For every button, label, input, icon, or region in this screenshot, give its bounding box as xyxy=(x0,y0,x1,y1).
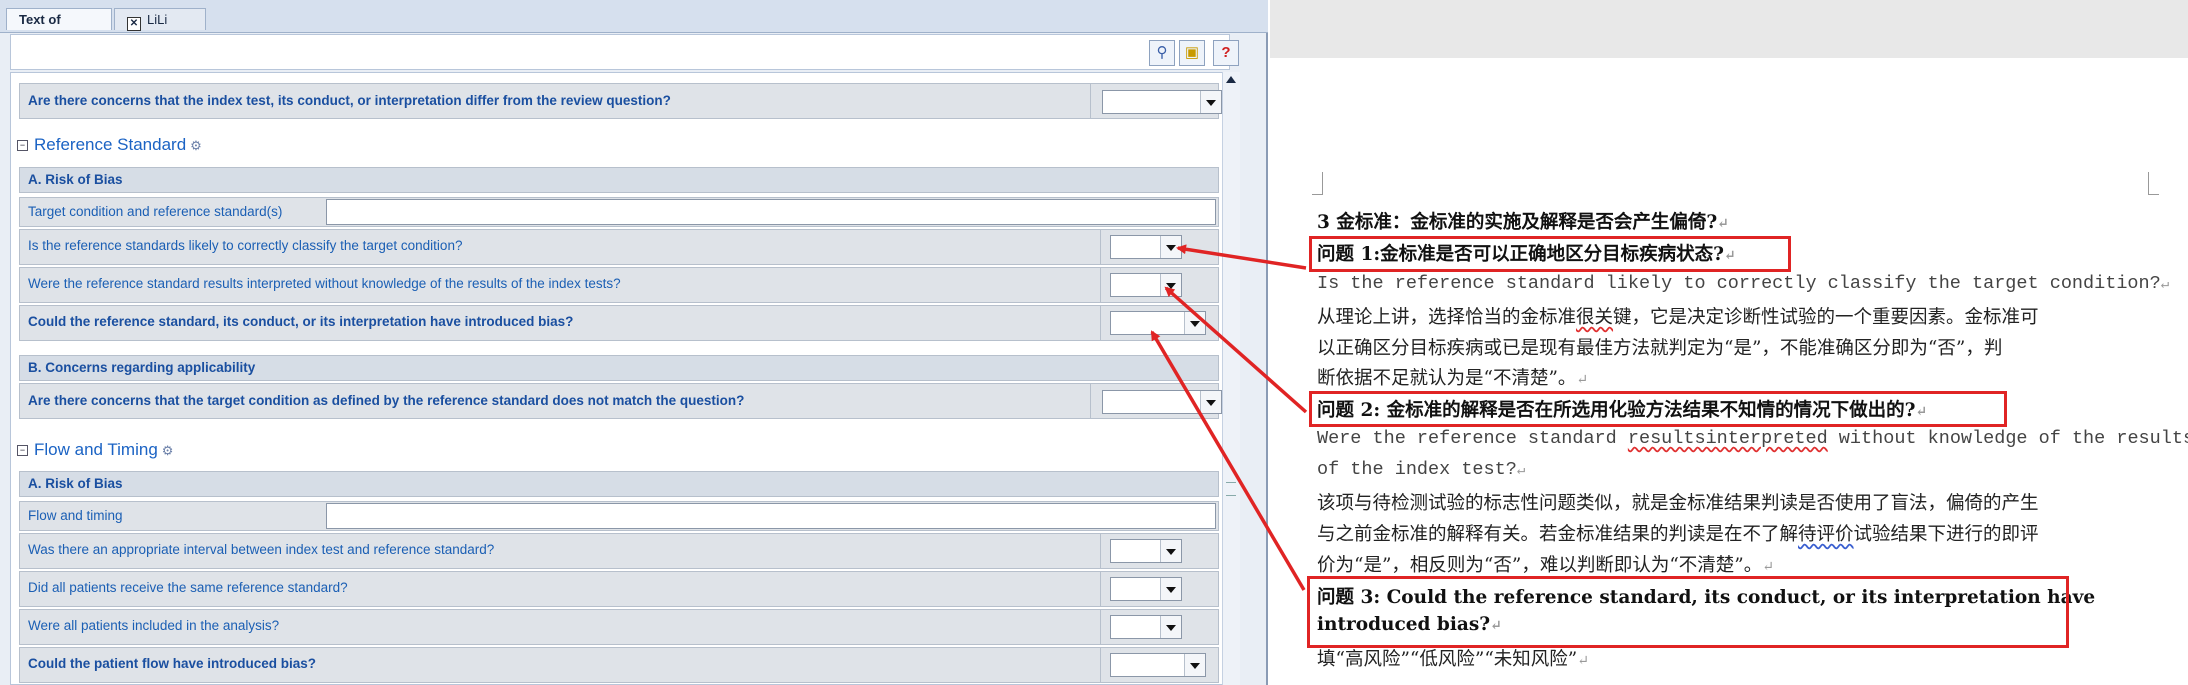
chevron-down-icon xyxy=(1160,274,1181,296)
question-label: Were the reference standard results inte… xyxy=(28,276,621,291)
answer-select[interactable] xyxy=(1110,653,1206,677)
tab-lili-2003[interactable]: ✕LiLi 2003 xyxy=(114,8,206,49)
question-label: Could the reference standard, its conduc… xyxy=(28,314,574,329)
doc-q3-fill: 填“高风险”“低风险”“未知风险”↵ xyxy=(1317,649,1589,670)
rs-q3-row: Could the reference standard, its conduc… xyxy=(19,305,1219,341)
question-label: Could the patient flow have introduced b… xyxy=(28,656,317,671)
doc-heading: 3 金标准：金标准的实施及解释是否会产生偏倚?↵ xyxy=(1317,212,1729,233)
doc-q1-english: Is the reference standard likely to corr… xyxy=(1317,273,2170,294)
ft-q1-row: Was there an appropriate interval betwee… xyxy=(19,533,1219,569)
doc-q2-english-line2: of the index test?↵ xyxy=(1317,459,1526,480)
ft-q4-row: Could the patient flow have introduced b… xyxy=(19,647,1219,683)
review-app-panel: Text of Review ✕LiLi 2003 ⚲ ▣ ? Are ther… xyxy=(0,0,1268,685)
answer-select[interactable] xyxy=(1110,577,1182,601)
link-icon[interactable]: ⚙ xyxy=(162,443,174,458)
answer-select[interactable] xyxy=(1102,390,1222,414)
flow-timing-section-title[interactable]: − Flow and Timing ⚙ xyxy=(17,440,173,460)
ft-q2-row: Did all patients receive the same refere… xyxy=(19,571,1219,607)
section-title-text: Reference Standard xyxy=(34,135,187,154)
chevron-down-icon xyxy=(1184,654,1205,676)
highlight-box-q1 xyxy=(1309,236,1791,272)
ft-q3-row: Were all patients included in the analys… xyxy=(19,609,1219,645)
margin-corner-left xyxy=(1312,172,1323,195)
question-label: Are there concerns that the index test, … xyxy=(28,93,671,108)
doc-p2-line3: 价为“是”，相反则为“否”，难以判断即认为“不清楚”。↵ xyxy=(1317,555,1774,576)
answer-select[interactable] xyxy=(1110,235,1182,259)
chevron-down-icon xyxy=(1160,540,1181,562)
link-icon[interactable]: ⚲ xyxy=(1149,40,1175,66)
question-label: Did all patients receive the same refere… xyxy=(28,580,348,595)
help-icon[interactable]: ? xyxy=(1213,40,1239,66)
doc-p2-line2: 与之前金标准的解释有关。若金标准结果的判读是在不了解待评价试验结果下进行的即评 xyxy=(1317,524,2039,545)
reference-standard-section-title[interactable]: − Reference Standard ⚙ xyxy=(17,135,202,155)
margin-corner-right xyxy=(2148,172,2159,195)
scroll-up-icon[interactable] xyxy=(1226,76,1236,83)
doc-p1-line2: 以正确区分目标疾病或已是现有最佳方法就判定为“是”，不能准确区分即为“否”，判 xyxy=(1317,338,2003,359)
link-icon[interactable]: ⚙ xyxy=(190,138,202,153)
index-test-concerns-row: Are there concerns that the index test, … xyxy=(19,83,1222,119)
field-label: Flow and timing xyxy=(28,508,123,523)
answer-select[interactable] xyxy=(1110,539,1182,563)
question-label: Was there an appropriate interval betwee… xyxy=(28,542,495,557)
note-icon[interactable]: ▣ xyxy=(1179,40,1205,66)
chevron-down-icon xyxy=(1160,236,1181,258)
chevron-down-icon xyxy=(1160,578,1181,600)
chevron-down-icon xyxy=(1160,616,1181,638)
question-label: Is the reference standards likely to cor… xyxy=(28,238,463,253)
risk-of-bias-header: A. Risk of Bias xyxy=(19,471,1219,497)
tab-bar: Text of Review ✕LiLi 2003 xyxy=(0,0,1268,49)
toolbar: ⚲ ▣ ? xyxy=(10,34,1239,70)
collapse-icon[interactable]: − xyxy=(17,140,28,151)
scroll-thumb[interactable] xyxy=(1226,482,1236,496)
question-label: Are there concerns that the target condi… xyxy=(28,393,745,408)
answer-select[interactable] xyxy=(1110,273,1182,297)
vertical-scrollbar[interactable] xyxy=(1222,72,1240,685)
question-label: Were all patients included in the analys… xyxy=(28,618,280,633)
form-content: Are there concerns that the index test, … xyxy=(10,72,1230,685)
flow-timing-row: Flow and timing xyxy=(19,501,1219,531)
answer-select[interactable] xyxy=(1102,90,1222,114)
answer-select[interactable] xyxy=(1110,311,1206,335)
document-ruler-area xyxy=(1270,0,2188,59)
target-condition-field[interactable] xyxy=(326,199,1216,225)
chevron-down-icon xyxy=(1200,391,1221,413)
risk-of-bias-header: A. Risk of Bias xyxy=(19,167,1219,193)
highlight-box-q3 xyxy=(1307,576,2069,648)
field-label: Target condition and reference standard(… xyxy=(28,204,283,219)
target-condition-row: Target condition and reference standard(… xyxy=(19,197,1219,227)
concerns-applicability-header: B. Concerns regarding applicability xyxy=(19,355,1219,381)
chevron-down-icon xyxy=(1200,91,1221,113)
doc-p1-line3: 断依据不足就认为是“不清楚”。↵ xyxy=(1317,368,1589,389)
highlight-box-q2 xyxy=(1309,391,2007,427)
tab-text-of-review[interactable]: Text of Review xyxy=(6,8,112,49)
close-icon[interactable]: ✕ xyxy=(127,17,141,31)
rs-concerns-row: Are there concerns that the target condi… xyxy=(19,383,1222,419)
collapse-icon[interactable]: − xyxy=(17,445,28,456)
doc-p1-line1: 从理论上讲，选择恰当的金标准很关键，它是决定诊断性试验的一个重要因素。金标准可 xyxy=(1317,307,2039,328)
section-title-text: Flow and Timing xyxy=(34,440,158,459)
rs-q2-row: Were the reference standard results inte… xyxy=(19,267,1219,303)
answer-select[interactable] xyxy=(1110,615,1182,639)
doc-p2-line1: 该项与待检测试验的标志性问题类似，就是金标准结果判读是否使用了盲法，偏倚的产生 xyxy=(1317,493,2039,514)
rs-q1-row: Is the reference standards likely to cor… xyxy=(19,229,1219,265)
chevron-down-icon xyxy=(1184,312,1205,334)
flow-timing-field[interactable] xyxy=(326,503,1216,529)
doc-q2-english-line1: Were the reference standard resultsinter… xyxy=(1317,428,2188,449)
